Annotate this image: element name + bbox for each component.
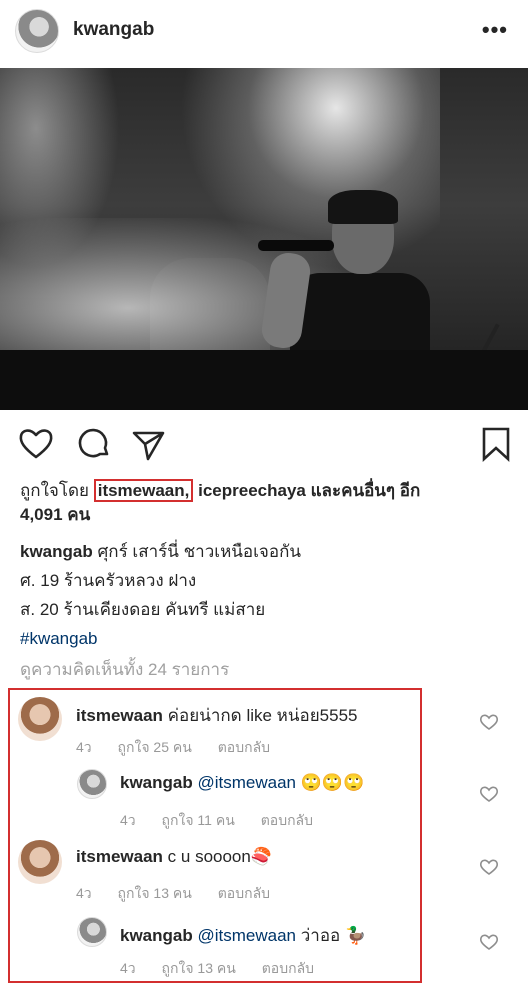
liker-icepreechaya[interactable]: icepreechaya [198, 481, 306, 500]
comment-time: 4ว [120, 812, 136, 828]
heart-icon[interactable] [18, 426, 54, 462]
likes-count[interactable]: 4,091 คน [20, 505, 90, 524]
caption-username[interactable]: kwangab [20, 542, 93, 561]
comment-text: ค่อยน่ากด like หน่อย5555 [167, 706, 358, 725]
comment-likes[interactable]: ถูกใจ 11 คน [162, 812, 235, 828]
likes-prefix: ถูกใจโดย [20, 481, 89, 500]
comment-username[interactable]: kwangab [120, 926, 193, 945]
comment-text: 🙄🙄🙄 [300, 773, 365, 792]
reply-button[interactable]: ตอบกลับ [218, 885, 270, 901]
avatar[interactable] [77, 917, 107, 947]
likes-others[interactable]: และคนอื่นๆ อีก [311, 481, 421, 500]
view-all-comments-link[interactable]: ดูความคิดเห็นทั้ง 24 รายการ [20, 656, 229, 683]
caption-line2: ศ. 19 ร้านครัวหลวง ฝาง [20, 571, 197, 590]
comment-time: 4ว [76, 885, 92, 901]
comment-time: 4ว [76, 739, 92, 755]
post-header: kwangab ••• [0, 0, 528, 64]
heart-icon[interactable] [479, 857, 499, 877]
avatar[interactable] [18, 840, 62, 884]
liker-itsmewaan[interactable]: itsmewaan, [93, 479, 194, 502]
share-icon[interactable] [130, 426, 166, 462]
caption-hashtag[interactable]: #kwangab [20, 624, 512, 653]
heart-icon[interactable] [479, 784, 499, 804]
caption-line1: ศุกร์ เสาร์นี่ ชาวเหนือเจอกัน [97, 542, 302, 561]
comment-mention[interactable]: @itsmewaan [197, 926, 296, 945]
avatar[interactable] [15, 9, 59, 53]
caption: kwangab ศุกร์ เสาร์นี่ ชาวเหนือเจอกัน ศ.… [20, 537, 512, 653]
caption-line3: ส. 20 ร้านเคียงดอย คันทรี แม่สาย [20, 600, 266, 619]
reply-button[interactable]: ตอบกลับ [261, 812, 313, 828]
comment-likes[interactable]: ถูกใจ 13 คน [118, 885, 192, 901]
reply-button[interactable]: ตอบกลับ [262, 960, 314, 976]
likes-line: ถูกใจโดย itsmewaan, icepreechaya และคนอื… [20, 479, 512, 527]
comment-text: ว่าออ 🦆 [300, 926, 367, 945]
comment-likes[interactable]: ถูกใจ 13 คน [162, 960, 236, 976]
comment-icon[interactable] [76, 426, 112, 462]
reply-button[interactable]: ตอบกลับ [218, 739, 270, 755]
comment-username[interactable]: itsmewaan [76, 706, 163, 725]
comment-likes[interactable]: ถูกใจ 25 คน [118, 739, 192, 755]
more-horizontal-icon[interactable]: ••• [482, 17, 508, 43]
comment-username[interactable]: kwangab [120, 773, 193, 792]
comment-text: c u soooon🍣 [167, 847, 273, 866]
comment-mention[interactable]: @itsmewaan [197, 773, 296, 792]
action-bar [0, 420, 528, 468]
avatar[interactable] [18, 697, 62, 741]
heart-icon[interactable] [479, 712, 499, 732]
post-photo[interactable] [0, 68, 528, 410]
comment-time: 4ว [120, 960, 136, 976]
comment-username[interactable]: itsmewaan [76, 847, 163, 866]
avatar[interactable] [77, 769, 107, 799]
post-username[interactable]: kwangab [73, 19, 154, 41]
heart-icon[interactable] [479, 932, 499, 952]
bookmark-icon[interactable] [478, 426, 514, 462]
